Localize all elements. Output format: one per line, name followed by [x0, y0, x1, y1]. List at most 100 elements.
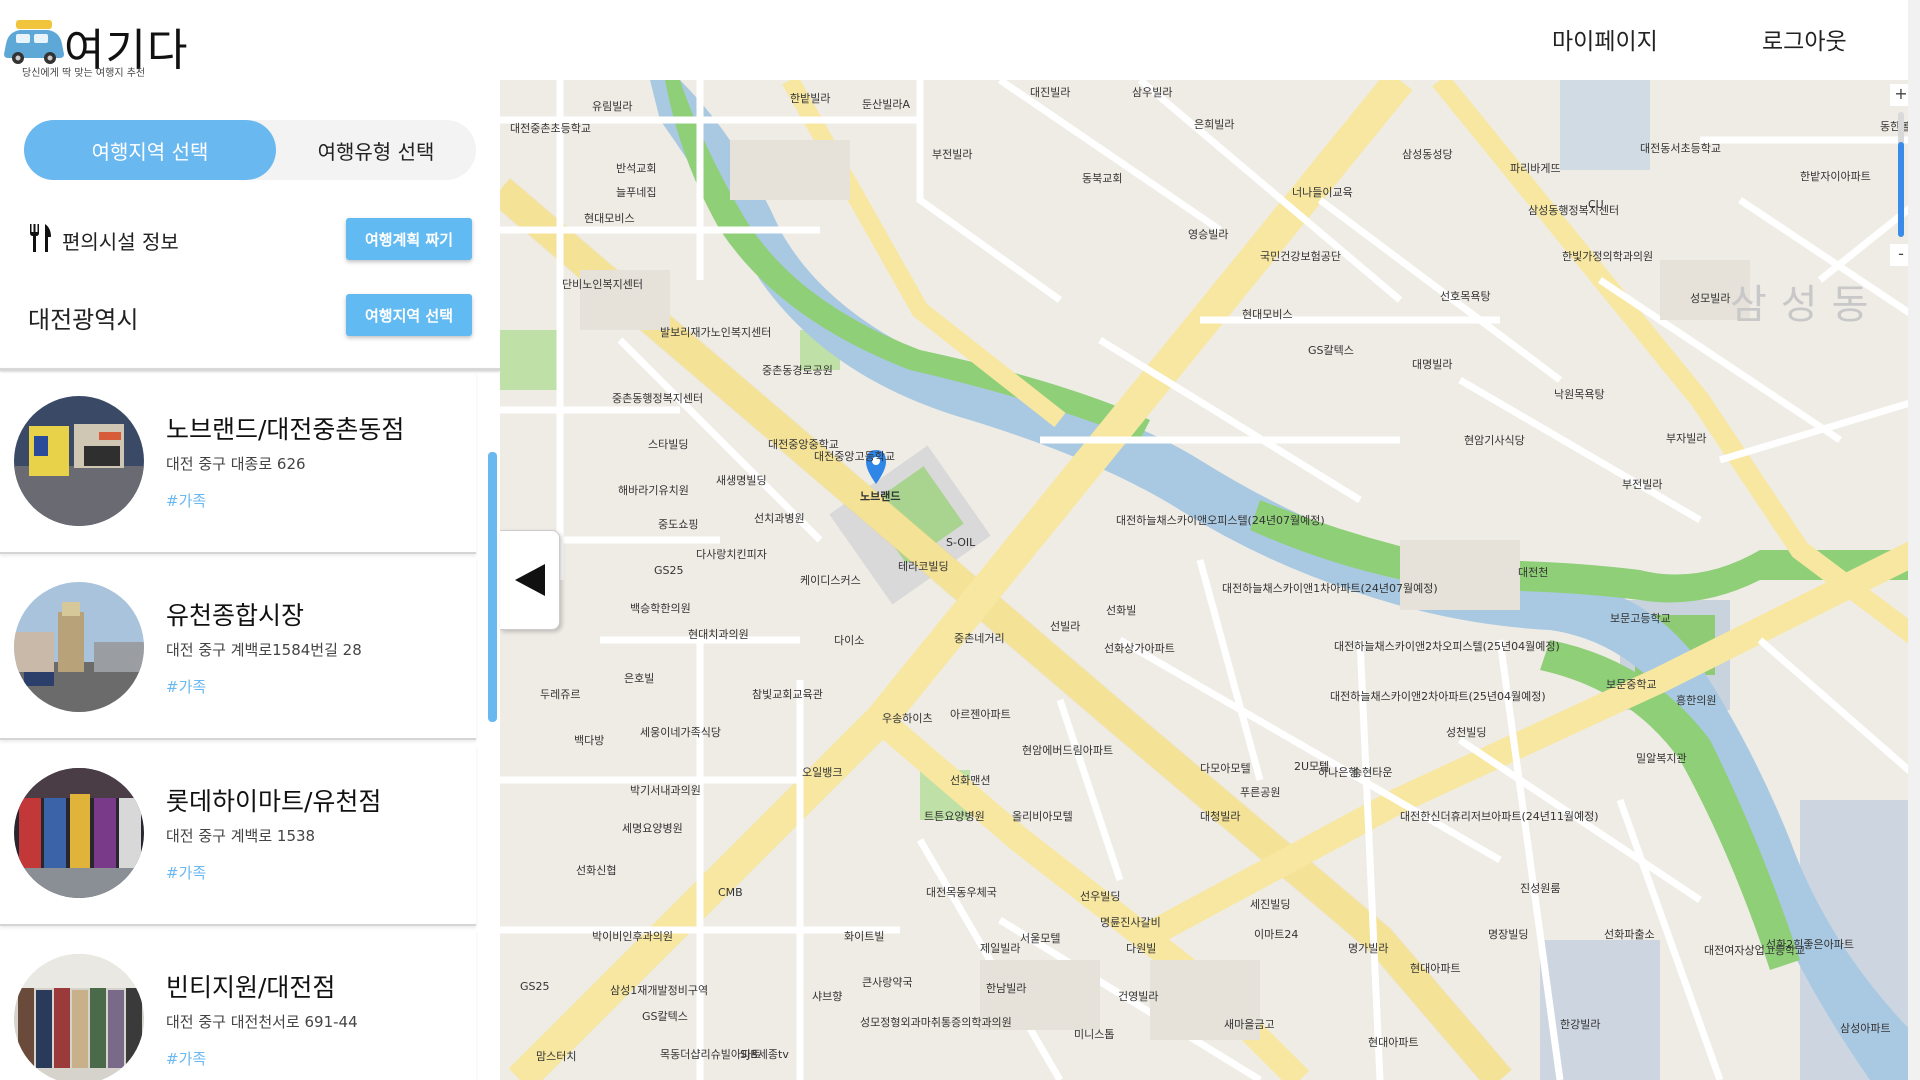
map-label: 삼성동행정복지센터	[1528, 204, 1620, 217]
map-label: 오일뱅크	[802, 766, 843, 779]
map-label: 제일빌라	[980, 942, 1021, 955]
list-scrollbar[interactable]	[488, 452, 497, 722]
map-label: 현대모비스	[1242, 308, 1293, 321]
place-name: 빈티지원/대전점	[166, 973, 336, 1002]
map-label: CU	[1588, 198, 1604, 211]
map-label: 한빛가정의학과의원	[1562, 250, 1654, 263]
map-label: 보문고등학교	[1610, 612, 1671, 625]
place-card[interactable]: 빈티지원/대전점 대전 중구 대전천서로 691-44 #가족	[0, 930, 476, 1080]
map-label: 대전동서초등학교	[1640, 142, 1721, 155]
map-label: 현대아파트	[1368, 1036, 1419, 1049]
map-label: 늘푸네집	[616, 186, 657, 199]
map-label: 명륜진사갈비	[1100, 916, 1161, 929]
map-label: 해바라기유치원	[618, 484, 689, 497]
map-label: 세명요양병원	[622, 822, 683, 835]
map-label: 밀알복지관	[1636, 752, 1687, 765]
collapse-sidebar-button[interactable]	[500, 530, 560, 630]
map-label: 대명빌라	[1412, 358, 1453, 371]
place-tag[interactable]: #가족	[166, 490, 206, 511]
place-address: 대전 중구 계백로1584번길 28	[166, 641, 362, 659]
map-label: GS칼텍스	[1308, 344, 1354, 357]
place-thumbnail	[14, 768, 144, 898]
place-list: 노브랜드/대전중촌동점 대전 중구 대종로 626 #가족 유천종합시장 대전 …	[0, 372, 480, 1080]
zoom-level-fill	[1898, 142, 1904, 237]
map-label: 삼성동성당	[1402, 148, 1453, 161]
place-card[interactable]: 유천종합시장 대전 중구 계백로1584번길 28 #가족	[0, 558, 476, 740]
place-name: 롯데하이마트/유천점	[166, 787, 382, 816]
map-label: 건영빌라	[1118, 990, 1159, 1003]
map-label: CMB	[718, 886, 743, 899]
map-label: 현대모비스	[584, 212, 635, 225]
place-card[interactable]: 롯데하이마트/유천점 대전 중구 계백로 1538 #가족	[0, 744, 476, 926]
facility-row: 편의시설 정보 여행계획 짜기	[28, 218, 472, 262]
facility-info-label: 편의시설 정보	[62, 230, 179, 254]
map-label: 대전천	[1518, 566, 1549, 579]
map-label: 두레쥬르	[540, 688, 581, 701]
map-label: 선치과병원	[754, 512, 805, 525]
map-label: 국민건강보험공단	[1260, 250, 1341, 263]
place-tag[interactable]: #가족	[166, 676, 206, 697]
map-label: 참빛교회교육관	[752, 688, 823, 701]
map-label: 대청빌라	[1200, 810, 1241, 823]
triangle-left-icon	[514, 564, 545, 596]
map-label: 올리비아모텔	[1012, 810, 1073, 823]
map-label: 부전빌라	[1622, 478, 1663, 491]
map-label: 대전하늘채스카이앤오피스텔(24년07월예정)	[1116, 514, 1325, 527]
tab-type-select[interactable]: 여행유형 선택	[276, 120, 476, 180]
map-label: 다모아모텔	[1200, 762, 1251, 775]
map-label: 샤브향	[812, 990, 843, 1003]
map-label: 명가빌라	[1348, 942, 1389, 955]
map-view[interactable]: 노브랜드 삼성동 한밭빌라 둔산빌라A 대진빌라 삼우빌라 유림빌라 대전중촌초…	[500, 80, 1920, 1080]
map-label: 맘스터치	[536, 1050, 577, 1063]
map-label: 대전중촌초등학교	[510, 122, 591, 135]
map-label: 다원빌	[1126, 942, 1157, 955]
map-label: 발보리재가노인복지센터	[660, 326, 772, 339]
map-label: 대전하늘채스카이앤2차오피스텔(25년04월예정)	[1334, 640, 1560, 653]
mypage-link[interactable]: 마이페이지	[1552, 22, 1658, 56]
map-label: 푸른공원	[1240, 786, 1281, 799]
map-label: 박이비인후과의원	[592, 930, 673, 943]
map-label: 우송하이츠	[882, 712, 933, 725]
map-label: 다이소	[834, 634, 865, 647]
map-label: 선화상가아파트	[1104, 642, 1175, 655]
place-tag[interactable]: #가족	[166, 1048, 206, 1069]
map-label: 스타빌딩	[648, 438, 689, 451]
map-label: 미니스톱	[1074, 1028, 1115, 1041]
map-label: 중촌네거리	[954, 632, 1005, 645]
app-logo[interactable]: 여기다 당신에게 딱 맞는 여행지 추천	[2, 8, 202, 79]
region-row: 대전광역시 여행지역 선택	[28, 294, 472, 338]
logout-link[interactable]: 로그아웃	[1762, 22, 1847, 56]
place-thumbnail	[14, 582, 144, 712]
map-label: 부자빌라	[1666, 432, 1707, 445]
page-scrollbar[interactable]	[1908, 0, 1920, 1080]
map-label: 선화빌	[1106, 604, 1137, 617]
map-label: 테라코빌딩	[898, 560, 949, 573]
map-label: 다사랑치킨피자	[696, 548, 767, 561]
place-card[interactable]: 노브랜드/대전중촌동점 대전 중구 대종로 626 #가족	[0, 372, 476, 554]
place-name: 노브랜드/대전중촌동점	[166, 415, 405, 444]
map-label: 대전한신더휴리저브아파트(24년11월예정)	[1400, 810, 1599, 823]
map-label: 선우빌딩	[1080, 890, 1121, 903]
select-region-button[interactable]: 여행지역 선택	[346, 294, 472, 336]
map-label: 중도쇼핑	[658, 518, 699, 531]
map-label: 현대치과의원	[688, 628, 749, 641]
map-label: GS25	[654, 564, 684, 577]
map-label: 대전목동우체국	[926, 886, 997, 899]
map-label: 현암에버드림아파트	[1022, 744, 1114, 757]
map-label: 백다방	[574, 734, 605, 747]
plan-trip-button[interactable]: 여행계획 짜기	[346, 218, 472, 260]
selection-tabs: 여행지역 선택 여행유형 선택	[24, 120, 476, 180]
map-label: 삼성1재개발정비구역	[610, 984, 709, 997]
fork-knife-icon	[30, 224, 51, 252]
map-label: 한남빌라	[986, 982, 1027, 995]
map-label: 한강빌라	[1560, 1018, 1601, 1031]
tab-region-select[interactable]: 여행지역 선택	[24, 120, 276, 180]
map-label: 큰사랑약국	[862, 976, 913, 989]
place-address: 대전 중구 계백로 1538	[166, 827, 316, 845]
map-label: 세웅이네가족식당	[640, 726, 721, 739]
map-label: 은희빌라	[1194, 118, 1235, 131]
map-label: 선화2힘좋은아파트	[1766, 938, 1854, 951]
place-tag[interactable]: #가족	[166, 862, 206, 883]
map-label: 화이트빌	[844, 930, 885, 943]
map-label: 흥한의원	[1676, 694, 1717, 707]
